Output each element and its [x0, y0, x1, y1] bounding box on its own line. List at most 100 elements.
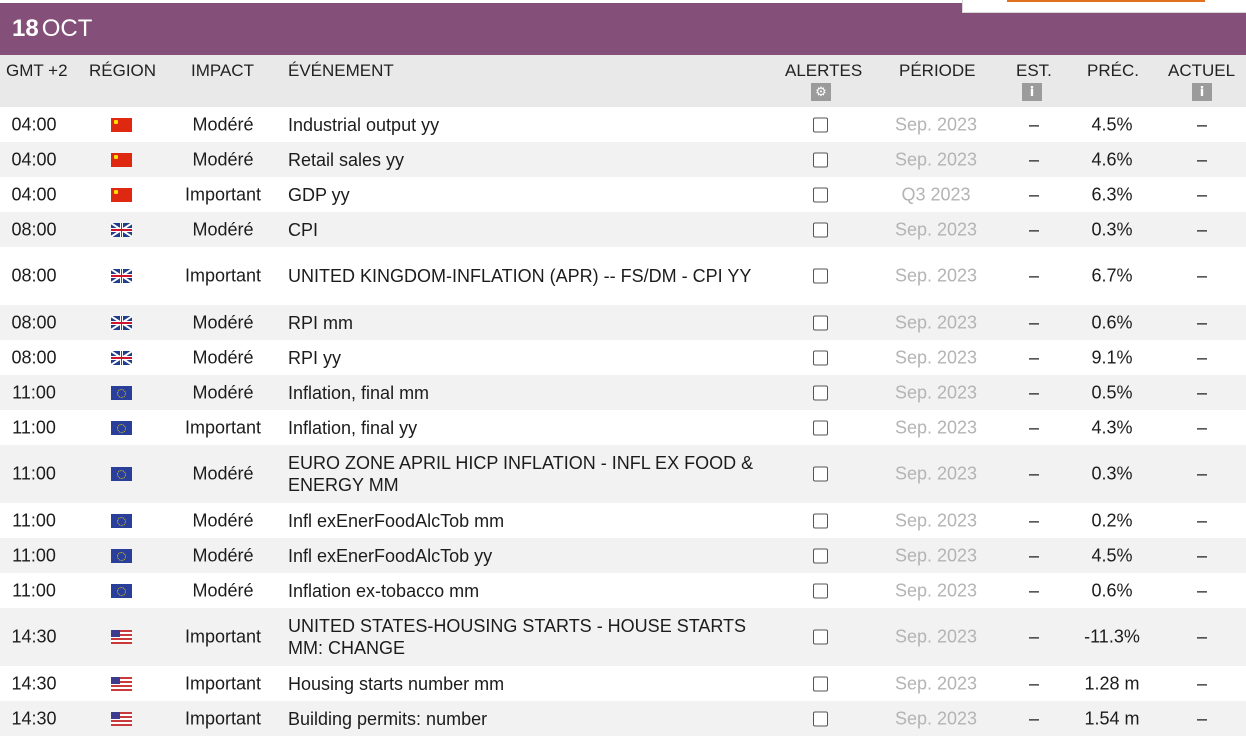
row-event[interactable]: GDP yy: [288, 184, 758, 206]
row-est: –: [1028, 580, 1039, 600]
table-row[interactable]: 14:30 Important Building permits: number Se…: [0, 701, 1246, 736]
alert-checkbox[interactable]: [813, 117, 828, 132]
alert-checkbox[interactable]: [813, 420, 828, 435]
row-event[interactable]: UNITED STATES-HOUSING STARTS - HOUSE STA…: [288, 615, 758, 659]
row-time: 11:00: [12, 417, 56, 437]
row-period: Sep. 2023: [894, 510, 978, 530]
table-row[interactable]: 04:00 Modéré Retail sales yy Sep. 2023 – 4.6%…: [0, 142, 1246, 177]
table-row[interactable]: 11:00 Modéré Inflation ex-tobacco mm Sep. 2…: [0, 573, 1246, 608]
euro-zone-flag-icon: [111, 513, 132, 528]
row-actual: –: [1196, 580, 1207, 600]
row-prev: 9.1%: [1091, 347, 1133, 367]
col-actual: ACTUEL: [1168, 61, 1236, 80]
alert-checkbox[interactable]: [813, 548, 828, 563]
row-event[interactable]: Housing starts number mm: [288, 673, 758, 695]
events-table: 04:00 Modéré Industrial output yy Sep. 2023…: [0, 107, 1246, 736]
row-impact: Important: [184, 673, 262, 693]
row-event[interactable]: Inflation, final yy: [288, 417, 758, 439]
table-row[interactable]: 11:00 Important Inflation, final yy Sep. 20…: [0, 410, 1246, 445]
table-row[interactable]: 04:00 Important GDP yy Q3 2023 – 6.3% –: [0, 177, 1246, 212]
row-time: 11:00: [12, 545, 56, 565]
col-impact: IMPACT: [191, 61, 254, 80]
row-time: 14:30: [11, 673, 57, 693]
row-event[interactable]: RPI yy: [288, 347, 758, 369]
row-event[interactable]: RPI mm: [288, 312, 758, 334]
row-event[interactable]: Retail sales yy: [288, 149, 758, 171]
table-row[interactable]: 08:00 Modéré RPI yy Sep. 2023 – 9.1% –: [0, 340, 1246, 375]
row-event[interactable]: Infl exEnerFoodAlcTob yy: [288, 545, 758, 567]
row-est: –: [1028, 149, 1039, 169]
row-est: –: [1028, 382, 1039, 402]
row-est: –: [1028, 545, 1039, 565]
row-actual: –: [1196, 219, 1207, 239]
table-row[interactable]: 11:00 Modéré Infl exEnerFoodAlcTob yy Sep. …: [0, 538, 1246, 573]
row-prev: 0.6%: [1091, 312, 1133, 332]
row-prev: 0.6%: [1091, 580, 1133, 600]
row-event[interactable]: Infl exEnerFoodAlcTob mm: [288, 510, 758, 532]
alert-checkbox[interactable]: [813, 676, 828, 691]
row-est: –: [1028, 114, 1039, 134]
row-event[interactable]: EURO ZONE APRIL HICP INFLATION - INFL EX…: [288, 452, 758, 496]
table-row[interactable]: 14:30 Important UNITED STATES-HOUSING STAR…: [0, 608, 1246, 666]
row-impact: Modéré: [192, 580, 254, 600]
col-est: EST.: [1016, 61, 1052, 80]
alert-checkbox[interactable]: [813, 152, 828, 167]
euro-zone-flag-icon: [111, 583, 132, 598]
table-row[interactable]: 08:00 Important UNITED KINGDOM-INFLATION (…: [0, 247, 1246, 305]
united-kingdom-flag-icon: [110, 314, 133, 331]
alert-checkbox[interactable]: [813, 466, 828, 482]
alert-checkbox[interactable]: [813, 268, 828, 284]
table-row[interactable]: 04:00 Modéré Industrial output yy Sep. 2023…: [0, 107, 1246, 142]
alert-checkbox[interactable]: [813, 583, 828, 598]
row-period: Sep. 2023: [894, 580, 978, 600]
united-kingdom-flag-icon: [110, 221, 133, 238]
row-event[interactable]: Inflation, final mm: [288, 382, 758, 404]
row-event[interactable]: Industrial output yy: [288, 114, 758, 136]
row-impact: Modéré: [192, 312, 254, 332]
alert-checkbox[interactable]: [813, 315, 828, 330]
row-impact: Modéré: [192, 114, 254, 134]
row-prev: -11.3%: [1084, 626, 1140, 647]
table-row[interactable]: 08:00 Modéré CPI Sep. 2023 – 0.3% –: [0, 212, 1246, 247]
table-row[interactable]: 08:00 Modéré RPI mm Sep. 2023 – 0.6% –: [0, 305, 1246, 340]
table-row[interactable]: 11:00 Modéré EURO ZONE APRIL HICP INFLATIO…: [0, 445, 1246, 503]
row-actual: –: [1196, 382, 1207, 402]
row-event[interactable]: Inflation ex-tobacco mm: [288, 580, 758, 602]
united-states-flag-icon: [111, 630, 132, 644]
table-row[interactable]: 11:00 Modéré Inflation, final mm Sep. 2023 –…: [0, 375, 1246, 410]
euro-zone-flag-icon: [111, 420, 132, 435]
alert-checkbox[interactable]: [813, 222, 828, 237]
alert-checkbox[interactable]: [813, 629, 828, 645]
row-event[interactable]: CPI: [288, 219, 758, 241]
row-time: 04:00: [11, 149, 57, 169]
col-time: GMT +2: [6, 61, 68, 80]
row-event[interactable]: UNITED KINGDOM-INFLATION (APR) -- FS/DM …: [288, 265, 758, 287]
alert-checkbox[interactable]: [813, 187, 828, 202]
alert-checkbox[interactable]: [813, 385, 828, 400]
row-period: Sep. 2023: [894, 382, 978, 402]
table-header: GMT +2 RÉGION IMPACT ÉVÉNEMENT ALERTES ⚙…: [0, 55, 1246, 107]
gear-icon[interactable]: ⚙: [811, 83, 831, 101]
info-icon[interactable]: i: [1192, 83, 1212, 101]
table-row[interactable]: 11:00 Modéré Infl exEnerFoodAlcTob mm Sep. …: [0, 503, 1246, 538]
row-time: 08:00: [11, 312, 57, 332]
alert-checkbox[interactable]: [813, 350, 828, 365]
row-actual: –: [1196, 347, 1207, 367]
row-prev: 0.3%: [1091, 463, 1133, 484]
row-actual: –: [1196, 673, 1207, 693]
row-est: –: [1028, 417, 1039, 437]
table-row[interactable]: 14:30 Important Housing starts number mm Se…: [0, 666, 1246, 701]
row-prev: 0.2%: [1091, 510, 1133, 530]
row-time: 14:30: [11, 708, 57, 728]
row-period: Sep. 2023: [894, 708, 978, 728]
row-est: –: [1028, 347, 1039, 367]
row-impact: Important: [184, 417, 262, 437]
info-icon[interactable]: i: [1022, 83, 1042, 101]
row-actual: –: [1196, 626, 1207, 647]
row-impact: Important: [184, 184, 262, 204]
alert-checkbox[interactable]: [813, 513, 828, 528]
row-event[interactable]: Building permits: number: [288, 708, 758, 730]
row-est: –: [1028, 673, 1039, 693]
row-prev: 1.54 m: [1084, 708, 1140, 728]
alert-checkbox[interactable]: [813, 711, 828, 726]
